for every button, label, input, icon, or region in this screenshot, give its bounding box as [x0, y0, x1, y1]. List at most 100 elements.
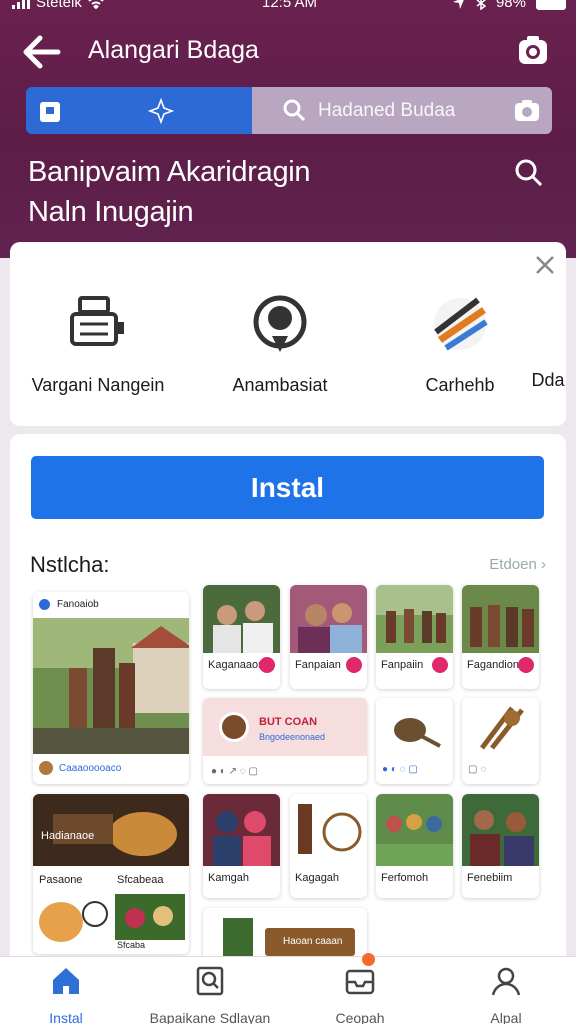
category-item[interactable]: Anambasiat [210, 292, 350, 396]
search-bar[interactable]: Hadaned Budaa [26, 87, 552, 134]
tab-label: Ceopah [335, 1010, 385, 1024]
post-caption: Ferfomoh [381, 872, 429, 884]
post-caption: Kagagah [295, 872, 340, 884]
like-badge [518, 657, 534, 673]
photo-crafts [290, 794, 367, 866]
post-caption: Fanpaian [295, 659, 341, 671]
avatar [39, 761, 53, 775]
home-icon [53, 968, 79, 994]
category-label: Vargani Nangein [31, 375, 165, 395]
post-card[interactable]: Fenebiim [462, 794, 539, 898]
promo-banner[interactable]: BUT COAN Bngodeenonaed ● ◐ ↗ ◌ ▢ [203, 698, 367, 784]
search-placeholder: Hadaned Budaa [318, 100, 456, 121]
category-item[interactable]: Carhehb [390, 292, 530, 396]
install-button[interactable]: Instal [31, 456, 544, 519]
app-title: Alangari Bdaga [88, 36, 259, 64]
post-card[interactable]: Kagagah [290, 794, 367, 898]
post-title: Hadianaoe [41, 830, 95, 842]
camera-search-icon[interactable] [514, 98, 540, 122]
signal-icon [12, 0, 30, 9]
category-label: Anambasiat [232, 375, 328, 395]
bottom-tab-bar: Instal Bapaikane Sdlayan Ceopah Alpal [0, 953, 576, 1024]
page-headline: Banipvaim Akaridragin Naln Inugajin [28, 152, 311, 232]
tab-label: Alpal [490, 1010, 522, 1024]
post-card[interactable]: Kamgah [203, 794, 280, 898]
sparkle-icon[interactable] [147, 97, 175, 125]
bluetooth-icon [476, 0, 486, 10]
category-item[interactable]: Dda [528, 292, 568, 391]
post-card-large[interactable]: Fanoaiob Caaaooooaco [33, 592, 189, 784]
wifi-icon [88, 0, 104, 9]
cash-register-icon [70, 296, 124, 346]
like-badge [346, 657, 362, 673]
tab-install[interactable]: Instal [24, 965, 108, 1024]
category-item[interactable]: Vargani Nangein [28, 292, 168, 396]
status-bar: Stetelk 12:5 AM 98% [0, 0, 576, 16]
photo-couple [290, 585, 367, 653]
photo-village-dancers [33, 618, 189, 754]
battery-icon [536, 0, 566, 10]
category-label: Dda [531, 370, 565, 390]
photo-dancers-field [376, 585, 453, 653]
share-icon[interactable]: ● ◐ ↗ ◌ ▢ [211, 766, 258, 777]
location-icon [452, 0, 464, 9]
battery-label: 98% [495, 0, 526, 11]
back-arrow-icon[interactable] [22, 34, 62, 70]
post-author: Fanoaiob [57, 599, 99, 610]
tab-label: Bapaikane Sdlayan [149, 1010, 271, 1024]
post-caption: Sfcaba [117, 940, 146, 950]
notification-dot [362, 953, 375, 966]
headline-line2: Naln Inugajin [28, 196, 194, 228]
clock: 12:5 AM [262, 0, 318, 11]
post-caption: Caaaooooaco [59, 763, 122, 774]
photo-group [462, 585, 539, 653]
category-card: Vargani Nangein Anambasiat Carhehb Dda [10, 242, 566, 426]
image-search-icon [196, 966, 224, 996]
banner-title: BUT COAN [259, 716, 318, 728]
photo-women [203, 794, 280, 866]
post-card[interactable]: Fanpaiin [376, 585, 453, 689]
see-more-link[interactable]: Etdoen › [489, 556, 546, 573]
post-card[interactable]: ● ◐ ◌ ▢ [376, 698, 453, 784]
post-card[interactable]: Fanpaian [290, 585, 367, 689]
person-pin-icon [253, 295, 307, 352]
camera-icon[interactable] [516, 34, 550, 68]
post-caption: Fagandion [467, 659, 519, 671]
brush-palette-icon [434, 297, 488, 351]
inbox-icon [345, 969, 375, 995]
search-icon[interactable] [514, 158, 544, 188]
post-caption: Haoan caaan [283, 936, 343, 947]
photo-vegetables [115, 894, 185, 940]
tab-image-search[interactable]: Bapaikane Sdlayan [140, 965, 280, 1024]
app-header: Stetelk 12:5 AM 98% Alangari Bdaga Hadan… [0, 0, 576, 258]
post-card[interactable]: Kaganaaon [203, 585, 280, 689]
post-card[interactable]: ▢ ◌ [462, 698, 539, 784]
section-title: Nstlcha: [30, 552, 110, 577]
close-icon[interactable] [532, 252, 558, 278]
photo-men [462, 794, 539, 866]
photo-artifact [376, 698, 453, 758]
post-card-large[interactable]: Hadianaoe Pasaone Sfcabeaa Sfcaba [33, 794, 189, 954]
photo-people [203, 585, 280, 653]
post-card[interactable]: Fagandion [462, 585, 539, 689]
like-badge [432, 657, 448, 673]
photo-family [376, 794, 453, 866]
post-card[interactable]: Ferfomoh [376, 794, 453, 898]
reaction-icons[interactable]: ▢ ◌ [468, 764, 486, 775]
tab-profile[interactable]: Alpal [466, 965, 546, 1024]
photo-dish [39, 901, 108, 942]
search-input[interactable]: Hadaned Budaa [252, 87, 552, 134]
shopping-bag-icon[interactable] [38, 98, 62, 124]
photo-artifact [462, 698, 539, 758]
top-bar: Alangari Bdaga [0, 30, 576, 74]
reaction-icons[interactable]: ● ◐ ◌ ▢ [382, 764, 418, 775]
content-card: Instal Nstlcha: Etdoen › Fanoaiob Caaaoo… [10, 434, 566, 1024]
search-icon [283, 99, 306, 122]
headline-line1: Banipvaim Akaridragin [28, 156, 311, 188]
tab-inbox[interactable]: Ceopah [316, 965, 404, 1024]
post-header: Fanoaiob [33, 592, 189, 618]
search-mode-toggle[interactable] [26, 87, 252, 134]
post-caption: Fanpaiin [381, 659, 424, 671]
see-more-label: Etdoen [489, 556, 537, 573]
banner-subtitle: Bngodeenonaed [259, 732, 326, 742]
